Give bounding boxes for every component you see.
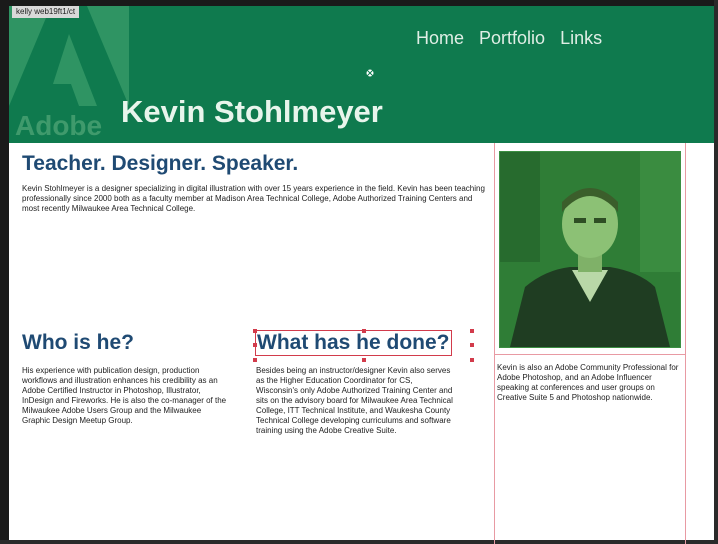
nav-home-link[interactable]: Home bbox=[416, 28, 464, 49]
logo-wordmark: Adobe bbox=[15, 110, 103, 141]
nav-links-link[interactable]: Links bbox=[560, 28, 602, 49]
selection-handle[interactable] bbox=[253, 329, 257, 333]
selection-handle[interactable] bbox=[362, 358, 366, 362]
window-frame-left bbox=[0, 0, 9, 544]
selection-handle[interactable] bbox=[470, 343, 474, 347]
who-heading: Who is he? bbox=[22, 331, 134, 354]
nav-portfolio-link[interactable]: Portfolio bbox=[479, 28, 545, 49]
site-title: Kevin Stohlmeyer bbox=[121, 94, 383, 129]
sidebar-paragraph: Kevin is also an Adobe Community Profess… bbox=[497, 363, 679, 402]
selection-handle[interactable] bbox=[470, 329, 474, 333]
sidebar-divider bbox=[495, 354, 685, 355]
main-nav: Home Portfolio Links bbox=[416, 28, 602, 49]
selection-handle[interactable] bbox=[470, 358, 474, 362]
portrait-image-icon bbox=[500, 152, 680, 347]
window-frame-right bbox=[714, 0, 718, 544]
site-header: Adobe Kevin Stohlmeyer Home Portfolio Li… bbox=[9, 6, 714, 143]
selection-handle[interactable] bbox=[253, 343, 257, 347]
profile-photo bbox=[499, 151, 681, 348]
page-headline: Teacher. Designer. Speaker. bbox=[22, 152, 299, 175]
what-paragraph: Besides being an instructor/designer Kev… bbox=[256, 366, 453, 435]
what-heading-selected[interactable]: What has he done? bbox=[255, 330, 452, 356]
cursor-icon bbox=[366, 69, 374, 77]
adobe-logo: Adobe bbox=[9, 6, 129, 143]
selection-handle[interactable] bbox=[253, 358, 257, 362]
sidebar-column: Kevin is also an Adobe Community Profess… bbox=[494, 143, 686, 544]
who-paragraph: His experience with publication design, … bbox=[22, 366, 227, 425]
selection-handle[interactable] bbox=[362, 329, 366, 333]
intro-paragraph: Kevin Stohlmeyer is a designer specializ… bbox=[22, 184, 485, 213]
document-tab-label[interactable]: kelly web19ft1/ct bbox=[12, 6, 80, 18]
